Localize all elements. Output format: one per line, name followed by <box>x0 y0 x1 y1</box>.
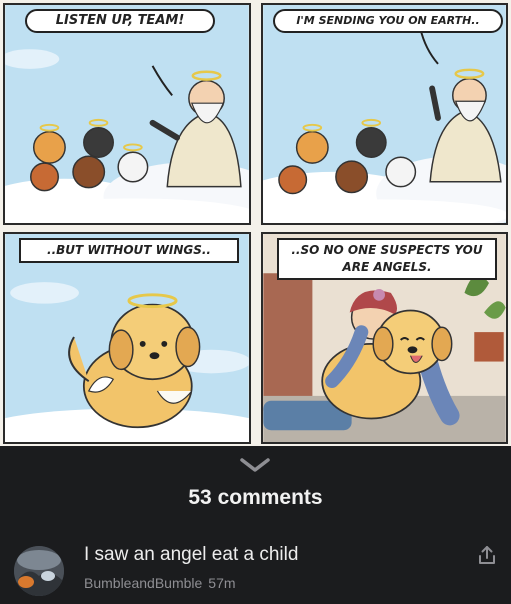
caption-without-wings: ..BUT WITHOUT WINGS.. <box>19 238 239 263</box>
comments-section: 53 comments I saw an angel eat a child B… <box>0 446 511 604</box>
panel-1-illustration <box>5 5 249 223</box>
panel-2-illustration <box>263 5 506 223</box>
speech-bubble-listen-up: LISTEN UP, TEAM! <box>25 9 215 33</box>
comic-panel-2: I'M SENDING YOU ON EARTH.. <box>261 3 508 225</box>
caption-no-one-suspects: ..SO NO ONE SUSPECTS YOU ARE ANGELS. <box>277 238 497 280</box>
panel-3-illustration <box>5 234 249 442</box>
speech-bubble-text: I'M SENDING YOU ON EARTH.. <box>296 14 480 27</box>
comment-text: I saw an angel eat a child <box>84 544 299 565</box>
avatar-image <box>14 546 64 596</box>
comments-count[interactable]: 53 comments <box>0 486 511 510</box>
comment-time: 57m <box>208 575 236 591</box>
comic-panel-1: LISTEN UP, TEAM! <box>3 3 251 225</box>
share-icon[interactable] <box>476 544 498 566</box>
comic-image: LISTEN UP, TEAM! I'M SENDING YOU ON EART… <box>0 0 511 446</box>
comic-panel-3: ..BUT WITHOUT WINGS.. <box>3 232 251 444</box>
comment-author[interactable]: BumbleandBumble <box>84 575 202 591</box>
comic-panel-4: ..SO NO ONE SUSPECTS YOU ARE ANGELS. <box>261 232 508 444</box>
caption-text: ..SO NO ONE SUSPECTS YOU ARE ANGELS. <box>291 243 483 274</box>
chevron-down-icon[interactable] <box>238 456 272 474</box>
speech-bubble-text: LISTEN UP, TEAM! <box>55 13 185 28</box>
caption-text: ..BUT WITHOUT WINGS.. <box>47 243 211 257</box>
speech-bubble-sending-you: I'M SENDING YOU ON EARTH.. <box>273 9 503 33</box>
comment-meta: BumbleandBumble 57m <box>84 575 236 591</box>
avatar[interactable] <box>14 546 64 596</box>
